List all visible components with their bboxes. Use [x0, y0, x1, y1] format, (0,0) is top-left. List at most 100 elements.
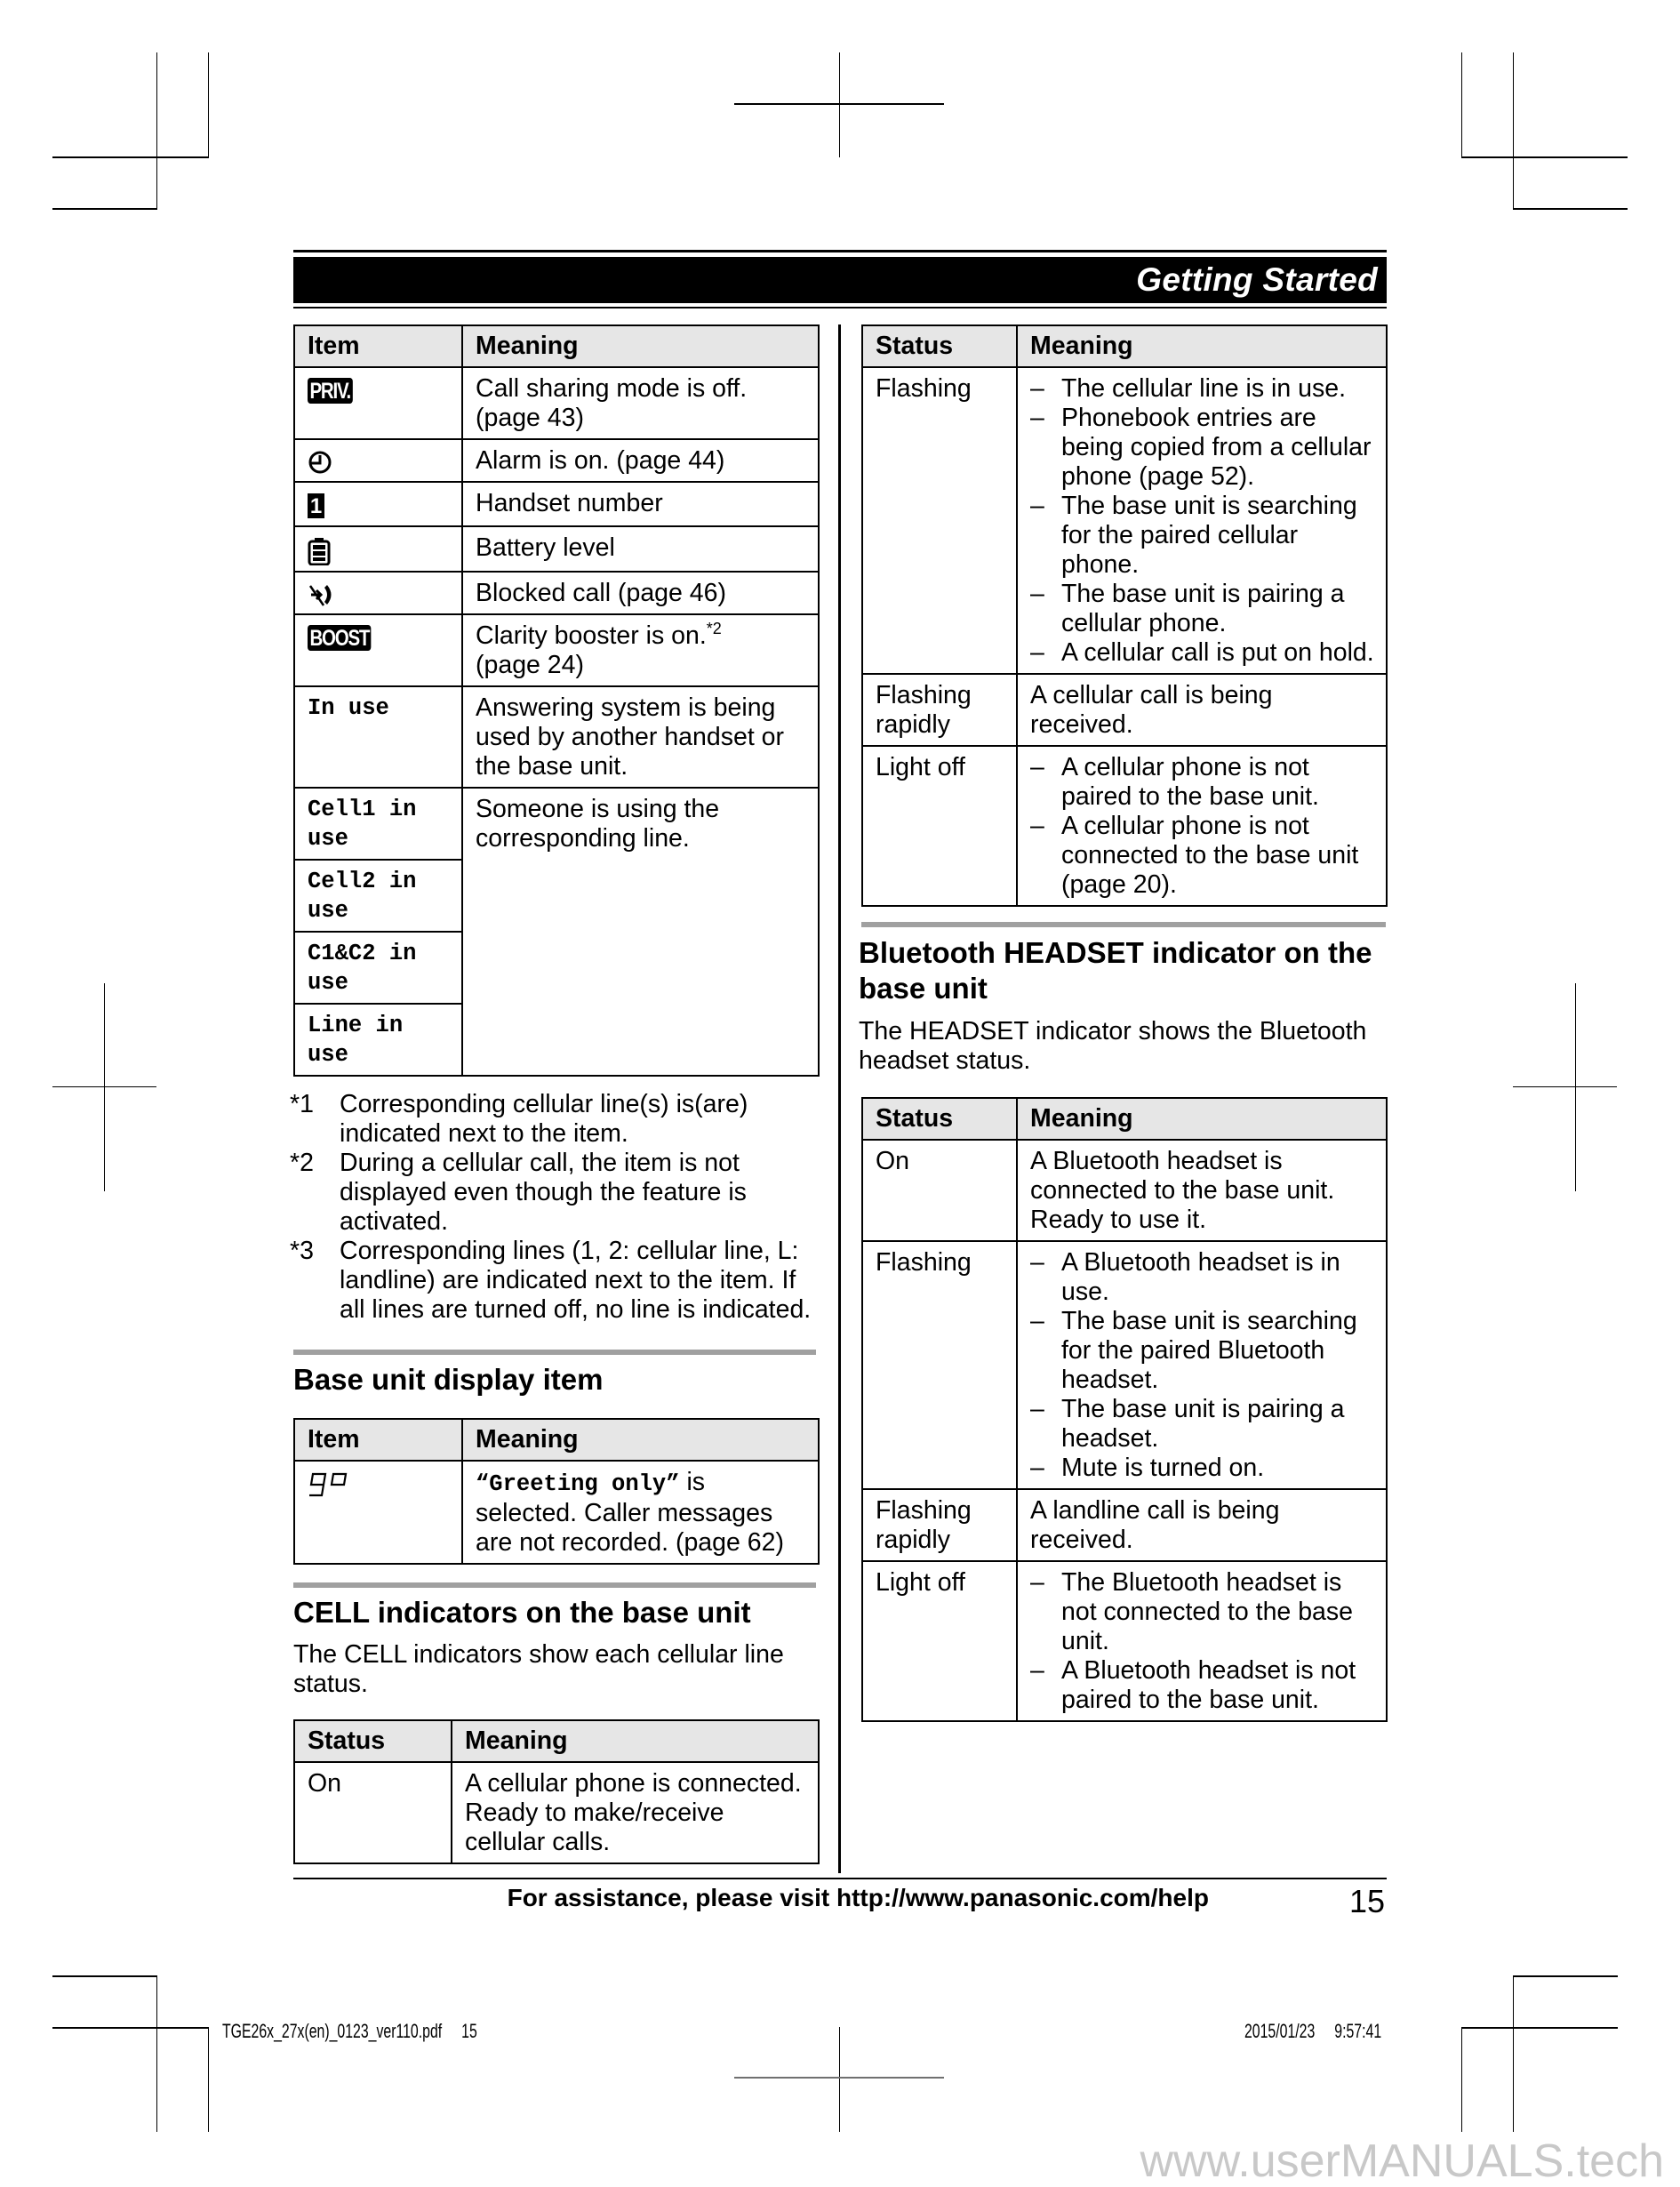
print-slug-timestamp: 2015/01/23 9:57:41	[1244, 2020, 1381, 2043]
cell-indicators-table-part2: Status Meaning Flashing The cellular lin…	[861, 324, 1388, 907]
item-cell	[293, 438, 463, 483]
table-row: Flashing The cellular line is in use. Ph…	[861, 366, 1388, 675]
table-header-row: Item Meaning	[293, 324, 820, 368]
table-row: Battery level	[293, 525, 820, 573]
section-rule	[861, 922, 1386, 927]
column-header-meaning: Meaning	[461, 1418, 820, 1462]
boost-icon: BOOST	[308, 625, 372, 651]
item-cell: PRIV.	[293, 366, 463, 440]
table-row: 1 Handset number	[293, 481, 820, 527]
footnote-text: During a cellular call, the item is not …	[340, 1149, 747, 1236]
table-row: Flashing A Bluetooth headset is in use. …	[861, 1240, 1388, 1490]
item-cell: BOOST	[293, 613, 463, 687]
column-divider	[838, 324, 841, 1873]
meaning-cell: Blocked call (page 46)	[461, 571, 820, 615]
slug-sheet-number: 15	[461, 2020, 477, 2042]
status-cell: On	[861, 1139, 1018, 1242]
slug-time: 9:57:41	[1334, 2020, 1382, 2042]
status-cell: Light off	[861, 1560, 1018, 1722]
item-cell	[293, 571, 463, 615]
table-row: On A Bluetooth headset is connected to t…	[861, 1139, 1388, 1242]
table-row: Flashing rapidly A cellular call is bein…	[861, 673, 1388, 747]
footnote-ref: *2	[706, 620, 722, 637]
footnote: *2 During a cellular call, the item is n…	[290, 1149, 823, 1237]
list-item: Mute is turned on.	[1030, 1454, 1375, 1483]
table-row: PRIV. Call sharing mode is off. (page 43…	[293, 366, 820, 440]
list-item: The base unit is pairing a cellular phon…	[1030, 580, 1375, 638]
list-item: A cellular call is put on hold.	[1030, 638, 1375, 668]
item-cell: In use	[293, 685, 463, 789]
footnote: *3 Corresponding lines (1, 2: cellular l…	[290, 1237, 823, 1325]
slug-file-name: TGE26x_27x(en)_0123_ver110.pdf	[222, 2020, 443, 2042]
list-item: A Bluetooth headset is in use.	[1030, 1248, 1375, 1307]
meaning-cell: A cellular phone is not paired to the ba…	[1016, 745, 1388, 907]
meaning-cell: Someone is using the corresponding line.	[461, 787, 820, 1077]
section-title-cell-indicators: CELL indicators on the base unit	[293, 1596, 751, 1629]
meaning-cell: Clarity booster is on.*2 (page 24)	[461, 613, 820, 687]
page-number: 15	[1348, 1883, 1385, 1919]
column-header-status: Status	[861, 324, 1018, 368]
greeting-only-label: “Greeting only”	[476, 1471, 680, 1497]
section-title-headset-indicator: Bluetooth HEADSET indicator on the base …	[859, 936, 1372, 1005]
item-cell: Cell1 in use	[293, 787, 463, 861]
item-cell: Line in use	[293, 1003, 463, 1077]
item-cell: 1	[293, 481, 463, 527]
status-cell: Flashing rapidly	[861, 673, 1018, 747]
list-item: The cellular line is in use.	[1030, 374, 1375, 404]
table-header-row: Status Meaning	[861, 324, 1388, 368]
item-cell: Cell2 in use	[293, 859, 463, 933]
alarm-clock-icon	[308, 451, 332, 474]
cell-indicators-table-part1: Status Meaning On A cellular phone is co…	[293, 1719, 820, 1864]
table-row: Flashing rapidly A landline call is bein…	[861, 1488, 1388, 1562]
column-header-status: Status	[861, 1097, 1018, 1141]
list-item: A Bluetooth headset is not paired to the…	[1030, 1656, 1375, 1715]
list-item: Phonebook entries are being copied from …	[1030, 404, 1375, 492]
column-header-meaning: Meaning	[461, 324, 820, 368]
status-cell: Flashing	[861, 366, 1018, 675]
section-title-base-unit-display: Base unit display item	[293, 1363, 604, 1396]
meaning-cell: A Bluetooth headset is in use. The base …	[1016, 1240, 1388, 1490]
meaning-cell: A cellular phone is connected. Ready to …	[451, 1761, 820, 1864]
list-item: A cellular phone is not connected to the…	[1030, 812, 1375, 900]
meaning-line: (page 24)	[476, 651, 585, 679]
column-header-meaning: Meaning	[1016, 324, 1388, 368]
header-rule-top	[293, 250, 1387, 252]
footnotes: *1 Corresponding cellular line(s) is(are…	[290, 1090, 823, 1325]
assistance-link-text[interactable]: For assistance, please visit http://www.…	[293, 1883, 1209, 1913]
meaning-list: A cellular phone is not paired to the ba…	[1030, 753, 1375, 900]
meaning-cell: Answering system is being used by anothe…	[461, 685, 820, 789]
section-header-title: Getting Started	[1136, 261, 1378, 298]
section-rule	[293, 1350, 816, 1355]
meaning-cell: A Bluetooth headset is connected to the …	[1016, 1139, 1388, 1242]
headset-indicator-table: Status Meaning On A Bluetooth headset is…	[861, 1097, 1388, 1722]
status-cell: Flashing	[861, 1240, 1018, 1490]
meaning-line: Call sharing mode is off.	[476, 374, 748, 403]
footnote-mark: *3	[290, 1237, 314, 1265]
section-header-bar: Getting Started	[293, 257, 1387, 303]
header-rule-bottom	[293, 307, 1387, 308]
status-cell: Flashing rapidly	[861, 1488, 1018, 1562]
item-cell	[293, 525, 463, 573]
meaning-cell: Alarm is on. (page 44)	[461, 438, 820, 483]
meaning-list: A Bluetooth headset is in use. The base …	[1030, 1248, 1375, 1483]
list-item: The Bluetooth headset is not connected t…	[1030, 1568, 1375, 1656]
item-cell	[293, 1460, 463, 1565]
meaning-cell: The Bluetooth headset is not connected t…	[1016, 1560, 1388, 1722]
footnote-mark: *1	[290, 1090, 314, 1118]
meaning-cell: Handset number	[461, 481, 820, 527]
meaning-cell: Call sharing mode is off. (page 43)	[461, 366, 820, 440]
table-row: On A cellular phone is connected. Ready …	[293, 1761, 820, 1864]
meaning-cell: The cellular line is in use. Phonebook e…	[1016, 366, 1388, 675]
table-header-row: Status Meaning	[293, 1719, 820, 1763]
base-unit-display-table: Item Meaning “Greeting only” is selected…	[293, 1418, 820, 1565]
table-row: Blocked call (page 46)	[293, 571, 820, 615]
table-row: Light off A cellular phone is not paired…	[861, 745, 1388, 907]
watermark: www.userMANUALS.tech	[1140, 2135, 1664, 2187]
list-item: The base unit is searching for the paire…	[1030, 492, 1375, 580]
footnote-text: Corresponding cellular line(s) is(are) i…	[340, 1090, 748, 1148]
table-row: Cell1 in use Someone is using the corres…	[293, 787, 820, 1077]
meaning-cell: “Greeting only” is selected. Caller mess…	[461, 1460, 820, 1565]
greeting-only-lcd-icon	[309, 1472, 348, 1497]
table-row: In use Answering system is being used by…	[293, 685, 820, 789]
list-item: A cellular phone is not paired to the ba…	[1030, 753, 1375, 812]
